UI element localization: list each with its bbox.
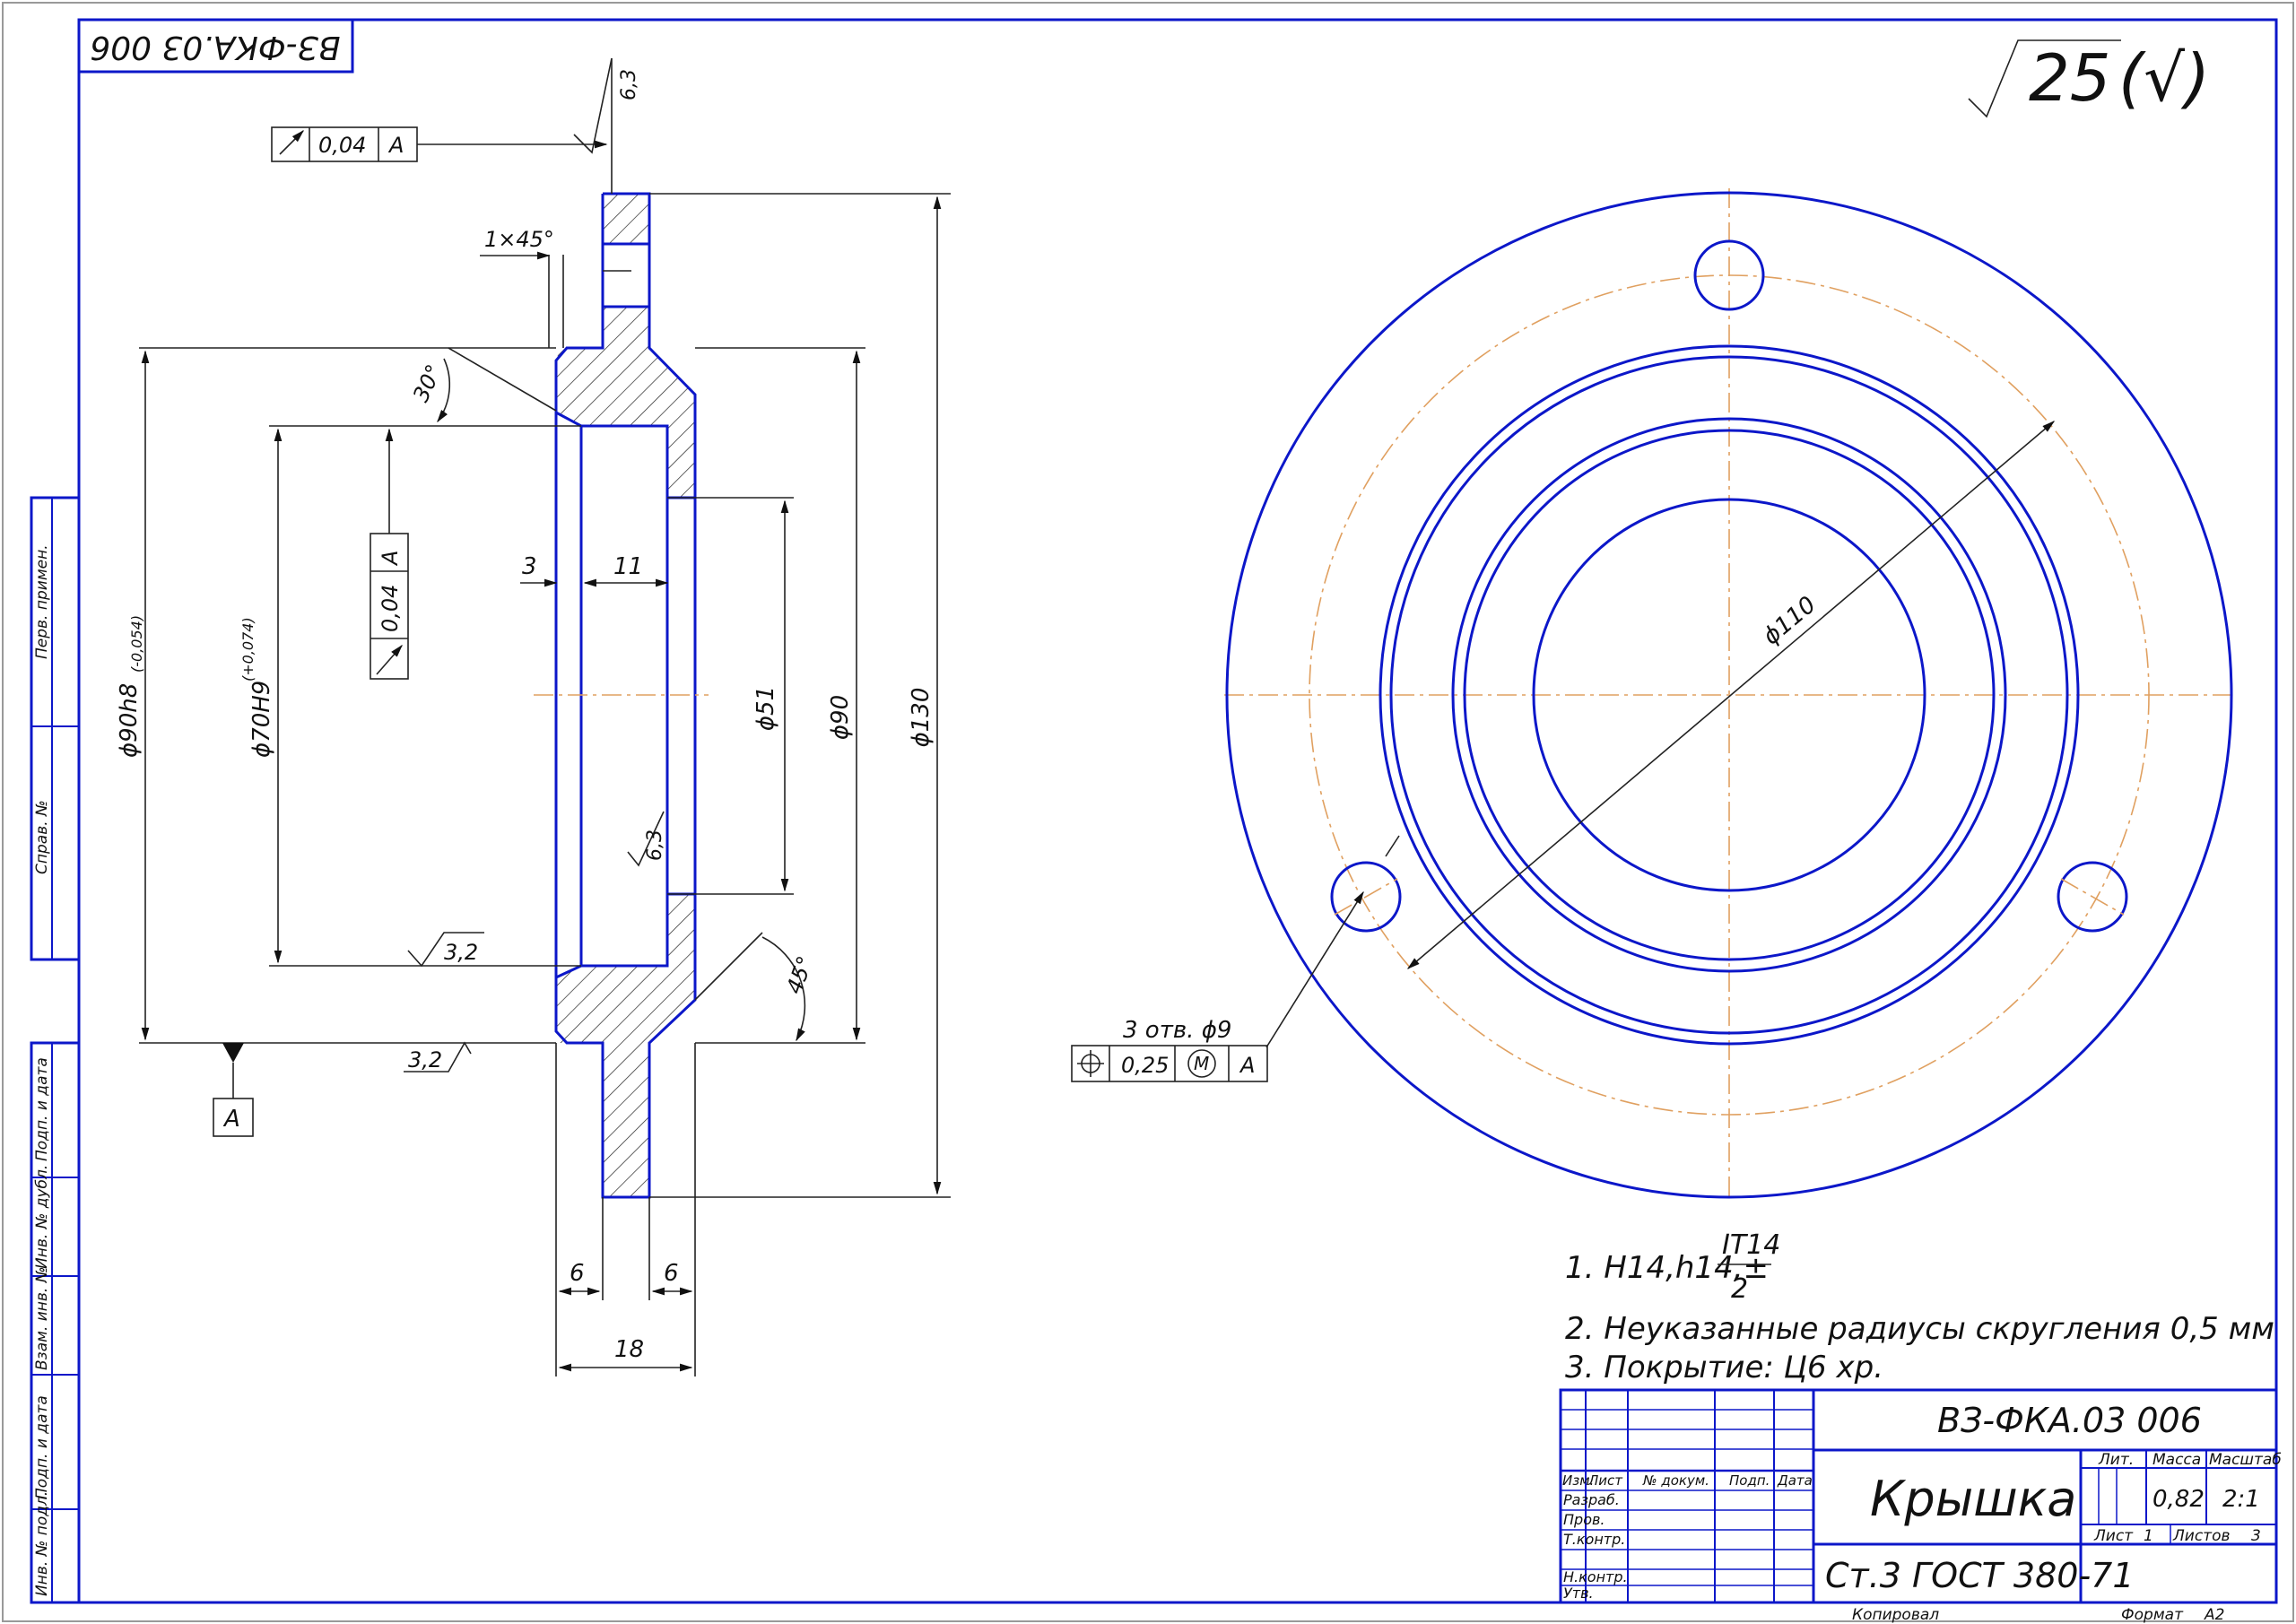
section-dimensions: ϕ130 ϕ90 ϕ51 ϕ90h8 (-0,054) ϕ70H9 (+0,07… xyxy=(116,193,951,1376)
dim-w11: 11 xyxy=(613,553,643,580)
dim-w6a: 6 xyxy=(570,1260,585,1287)
tb-row-razrab: Разраб. xyxy=(1563,1491,1620,1508)
tb-mass-label: Масса xyxy=(2152,1451,2201,1469)
datum-a: A xyxy=(213,1043,254,1137)
tb-sheet-label: Лист xyxy=(2093,1527,2134,1545)
hatch-top-flange xyxy=(603,194,649,244)
dim-d70h9: ϕ70H9 xyxy=(248,681,275,758)
note-3: 3. Покрытие: Ц6 хр. xyxy=(1565,1350,1883,1385)
tb-head-data: Дата xyxy=(1777,1472,1813,1489)
tb-row-nkontr: Н.контр. xyxy=(1563,1568,1628,1585)
side-stamp: Перв. примен. Справ. № Подп. и дата Инв.… xyxy=(30,496,81,1604)
tb-head-list: Лист xyxy=(1587,1472,1623,1489)
holes-note: 3 отв. ϕ9 xyxy=(1123,1017,1231,1044)
tb-copied: Копировал xyxy=(1852,1606,1939,1624)
technical-notes: 1. H14,h14,± IT14 2 2. Неуказанные радиу… xyxy=(1565,1229,2274,1385)
note-1-num: IT14 xyxy=(1722,1229,1780,1261)
roughness-suffix: (√) xyxy=(2118,40,2210,116)
tb-row-prov: Пров. xyxy=(1563,1511,1605,1528)
tb-format-label: Формат xyxy=(2121,1606,2184,1624)
tb-head-doc: № докум. xyxy=(1642,1472,1709,1489)
stamp-perv: Перв. примен. xyxy=(33,544,51,659)
position-frame: 3 отв. ϕ9 0,25 M A xyxy=(1071,1017,1268,1082)
dim-d90h8-tol: (-0,054) xyxy=(128,615,145,673)
tb-row-tkontr: Т.контр. xyxy=(1563,1531,1625,1548)
rough-32-b: 3,2 xyxy=(408,1047,442,1073)
runout-frame-side: 0,04 A xyxy=(370,428,409,680)
tb-format: A2 xyxy=(2204,1606,2224,1624)
runout-side-datum: A xyxy=(378,551,403,567)
stamp-podp2: Подп. и дата xyxy=(33,1395,51,1499)
position-datum: A xyxy=(1239,1053,1255,1078)
dim-angle30: 30° xyxy=(408,360,447,405)
note-1-den: 2 xyxy=(1731,1273,1748,1305)
stamp-dubl: Инв. № дубл. xyxy=(33,1165,51,1269)
rough-32-a: 3,2 xyxy=(444,940,478,965)
drawing-sheet: ВЗ-ФКА.03 006 Перв. примен. Справ. № Под… xyxy=(2,2,2294,1624)
tb-designation: ВЗ-ФКА.03 006 xyxy=(1937,1401,2202,1440)
dim-w3: 3 xyxy=(522,553,537,580)
dim-d90h8: ϕ90h8 xyxy=(116,683,143,758)
dim-chamfer: 1×45° xyxy=(484,227,554,252)
general-roughness: 25 (√) xyxy=(1968,39,2210,118)
dim-angle45: 45° xyxy=(781,952,818,997)
drawing-frame xyxy=(77,18,2278,1604)
position-value: 0,25 xyxy=(1121,1053,1169,1078)
hatch-bottom-body xyxy=(556,894,695,1197)
tb-material: Ст.3 ГОСТ 380-71 xyxy=(1825,1556,2135,1595)
stamp-sprav: Справ. № xyxy=(33,800,51,874)
dim-d51: ϕ51 xyxy=(752,686,779,731)
hatch-top-body xyxy=(556,307,695,498)
note-2: 2. Неуказанные радиусы скругления 0,5 мм xyxy=(1565,1311,2274,1347)
stamp-podl: Инв. № подл. xyxy=(33,1491,51,1596)
runout-side-value: 0,04 xyxy=(378,585,403,632)
dim-d90: ϕ90 xyxy=(827,695,854,740)
datum-a-label: A xyxy=(222,1106,240,1133)
tb-name: Крышка xyxy=(1870,1471,2076,1527)
roughness-value: 25 xyxy=(2029,40,2111,116)
rough-mid-63: 6,3 xyxy=(644,829,666,861)
stamp-vzam: Взам. инв. № xyxy=(33,1267,51,1370)
tb-sheets-no: 3 xyxy=(2251,1527,2261,1545)
dim-w6b: 6 xyxy=(664,1260,679,1287)
tb-lit-label: Лит. xyxy=(2098,1451,2134,1469)
sheet-edge xyxy=(2,2,2294,1622)
top-code-text: ВЗ-ФКА.03 006 xyxy=(90,29,340,65)
tb-scale: 2:1 xyxy=(2222,1486,2260,1513)
runout-top-value: 0,04 xyxy=(318,133,366,158)
tb-sheets-label: Листов xyxy=(2172,1527,2231,1545)
title-block: Изм. Лист № докум. Подп. Дата Разраб. Пр… xyxy=(1559,1388,2282,1604)
runout-frame-top: 0,04 A xyxy=(271,126,608,162)
tb-mass: 0,82 xyxy=(2152,1486,2205,1513)
tb-sheet-no: 1 xyxy=(2144,1527,2153,1545)
dim-d110: ϕ110 xyxy=(1758,591,1821,650)
stamp-podp1: Подп. и дата xyxy=(33,1057,51,1161)
dim-d130: ϕ130 xyxy=(908,688,935,748)
front-view: ϕ110 xyxy=(1224,188,2238,1202)
dim-w18: 18 xyxy=(614,1336,644,1363)
tb-scale-label: Масштаб xyxy=(2209,1451,2282,1469)
tb-row-utv: Утв. xyxy=(1563,1585,1594,1602)
tb-head-podp: Подп. xyxy=(1729,1472,1770,1489)
position-modifier: M xyxy=(1194,1053,1209,1074)
dim-d70h9-tol: (+0,074) xyxy=(239,617,257,682)
top-code-box: ВЗ-ФКА.03 006 xyxy=(77,18,354,74)
runout-top-datum: A xyxy=(387,133,404,158)
section-view xyxy=(534,192,709,1199)
rough-top-63: 6,3 xyxy=(618,69,640,100)
